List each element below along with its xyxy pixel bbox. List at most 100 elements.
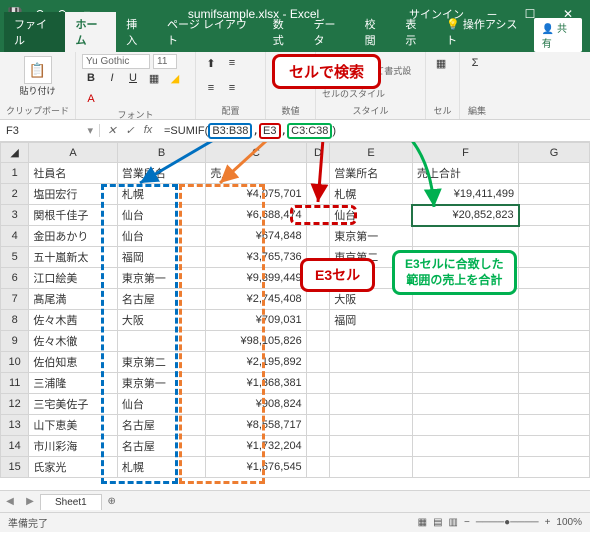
col-header[interactable]: B (117, 143, 206, 163)
cell[interactable] (306, 436, 330, 457)
align-center-icon[interactable]: ≡ (223, 79, 241, 97)
cell[interactable] (306, 373, 330, 394)
enter-formula-icon[interactable]: ✓ (122, 124, 138, 137)
cell[interactable]: 東京第一 (117, 373, 206, 394)
cell[interactable]: 市川彩海 (29, 436, 118, 457)
cell[interactable] (412, 352, 518, 373)
cell[interactable]: ¥1,368,381 (206, 373, 306, 394)
cell[interactable]: 札幌 (117, 184, 206, 205)
cell[interactable]: ¥8,558,717 (206, 415, 306, 436)
cell[interactable]: ¥19,411,499 (412, 184, 518, 205)
cell[interactable]: 福岡 (117, 247, 206, 268)
cells-icon[interactable]: ▦ (432, 54, 450, 72)
cell[interactable]: 関根千佳子 (29, 205, 118, 226)
cell[interactable]: 大阪 (117, 310, 206, 331)
row-header[interactable]: 4 (1, 226, 29, 247)
cell[interactable]: 金田あかり (29, 226, 118, 247)
cell[interactable]: 営業所名 (117, 163, 206, 184)
cell[interactable] (306, 310, 330, 331)
cell[interactable] (412, 394, 518, 415)
cell[interactable]: 東京第二 (117, 352, 206, 373)
cell[interactable] (412, 331, 518, 352)
formula-bar[interactable]: =SUMIF(B3:B38,E3,C3:C38) (160, 124, 590, 137)
cell[interactable]: 札幌 (330, 184, 413, 205)
cell[interactable]: 塩田宏行 (29, 184, 118, 205)
cell[interactable] (117, 331, 206, 352)
tab-page-layout[interactable]: ページ レイアウト (157, 12, 263, 52)
cell[interactable] (330, 415, 413, 436)
cell[interactable]: 佐々木徹 (29, 331, 118, 352)
cell[interactable]: 売上 (206, 163, 306, 184)
align-top-icon[interactable]: ⬆ (202, 54, 220, 72)
cell[interactable]: ¥709,031 (206, 310, 306, 331)
cell[interactable]: 札幌 (117, 457, 206, 478)
view-normal-icon[interactable]: ▦ (418, 517, 427, 528)
row-header[interactable]: 3 (1, 205, 29, 226)
tab-view[interactable]: 表示 (395, 12, 436, 52)
cell[interactable]: 東京第一 (330, 226, 413, 247)
zoom-level[interactable]: 100% (556, 517, 582, 528)
cell[interactable]: 福岡 (330, 310, 413, 331)
col-header[interactable]: E (330, 143, 413, 163)
cell[interactable] (330, 352, 413, 373)
cell[interactable]: ¥6,688,474 (206, 205, 306, 226)
tab-formulas[interactable]: 数式 (263, 12, 304, 52)
cell[interactable] (519, 352, 590, 373)
cell[interactable]: ¥9,399,449 (206, 268, 306, 289)
row-header[interactable]: 2 (1, 184, 29, 205)
cell[interactable] (519, 331, 590, 352)
chevron-down-icon[interactable]: ▾ (87, 124, 93, 137)
row-header[interactable]: 13 (1, 415, 29, 436)
cell[interactable]: 仙台 (117, 205, 206, 226)
tab-data[interactable]: データ (303, 12, 354, 52)
cell[interactable] (306, 457, 330, 478)
cell[interactable]: 三宅美佐子 (29, 394, 118, 415)
cell[interactable]: ¥1,676,545 (206, 457, 306, 478)
cell[interactable] (519, 247, 590, 268)
cell[interactable]: 髙尾満 (29, 289, 118, 310)
view-page-icon[interactable]: ▤ (433, 517, 442, 528)
row-header[interactable]: 14 (1, 436, 29, 457)
add-sheet-icon[interactable]: ⊕ (102, 496, 122, 507)
cell[interactable] (412, 415, 518, 436)
col-header[interactable]: A (29, 143, 118, 163)
cell[interactable] (412, 310, 518, 331)
paste-button[interactable]: 📋 貼り付け (6, 54, 69, 99)
cell[interactable]: 仙台 (117, 226, 206, 247)
align-left-icon[interactable]: ≡ (202, 79, 220, 97)
cell[interactable]: 五十嵐新太 (29, 247, 118, 268)
cell[interactable]: ¥20,852,823 (412, 205, 518, 226)
cell[interactable] (519, 457, 590, 478)
cell[interactable] (519, 415, 590, 436)
sheet-nav-next-icon[interactable]: ▶ (20, 496, 40, 507)
editing-icon[interactable]: Σ (466, 54, 484, 72)
row-header[interactable]: 9 (1, 331, 29, 352)
cell[interactable] (519, 436, 590, 457)
tab-insert[interactable]: 挿入 (116, 12, 157, 52)
cell[interactable] (519, 310, 590, 331)
row-header[interactable]: 1 (1, 163, 29, 184)
fx-icon[interactable]: fx (140, 124, 156, 137)
cell[interactable]: ¥3,765,736 (206, 247, 306, 268)
row-header[interactable]: 12 (1, 394, 29, 415)
name-box[interactable]: F3▾ (0, 124, 100, 137)
worksheet-grid[interactable]: ◢ A B C D E F G 1 社員名 営業所名 売上 営業所名 売上合計 … (0, 142, 590, 490)
sheet-nav-prev-icon[interactable]: ◀ (0, 496, 20, 507)
cell[interactable]: 仙台 (117, 394, 206, 415)
border-button[interactable]: ▦ (145, 69, 163, 87)
cell[interactable]: 佐伯知恵 (29, 352, 118, 373)
cell[interactable] (412, 436, 518, 457)
cell[interactable] (519, 268, 590, 289)
col-header[interactable]: C (206, 143, 306, 163)
cell[interactable]: ¥908,824 (206, 394, 306, 415)
col-header[interactable]: D (306, 143, 330, 163)
cell[interactable] (306, 331, 330, 352)
cell[interactable] (330, 394, 413, 415)
cell[interactable]: 社員名 (29, 163, 118, 184)
cell-styles-button[interactable]: セルのスタイル (322, 89, 419, 101)
cell[interactable]: 佐々木茜 (29, 310, 118, 331)
cell[interactable]: ¥2,195,892 (206, 352, 306, 373)
cell[interactable]: ¥1,732,204 (206, 436, 306, 457)
cell[interactable] (519, 394, 590, 415)
tab-file[interactable]: ファイル (4, 12, 65, 52)
